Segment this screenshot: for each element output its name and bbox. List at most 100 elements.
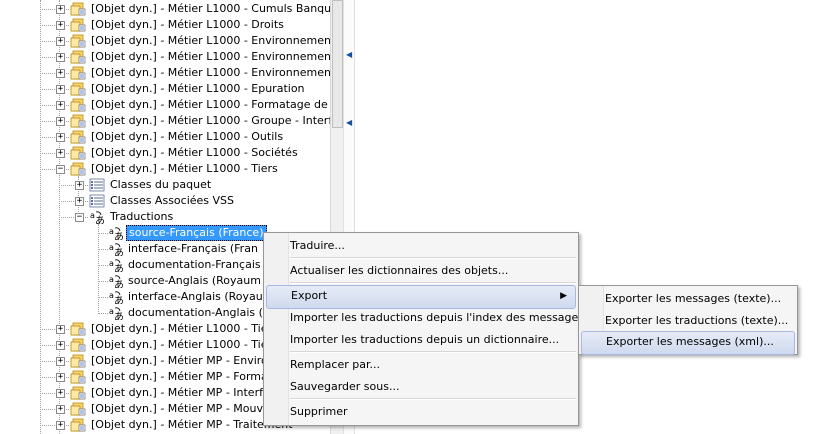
tree-item-label[interactable]: [Objet dyn.] - Métier L1000 - Environnem… xyxy=(89,33,330,49)
menu-item-export[interactable]: Export ▶ xyxy=(266,285,576,309)
menu-separator xyxy=(290,282,576,284)
tree-item-label[interactable]: [Objet dyn.] - Métier L1000 - Droits xyxy=(89,17,286,33)
expand-icon[interactable]: + xyxy=(56,53,65,62)
tree-item-label[interactable]: source-Anglais (Royaum xyxy=(126,273,263,289)
expand-icon[interactable]: + xyxy=(56,117,65,126)
tree-item-label[interactable]: interface-Français (Fran xyxy=(126,241,260,257)
tree-item-label[interactable]: [Objet dyn.] - Métier MP - Interfa xyxy=(89,385,272,401)
menu-item-label: Exporter les messages (xml)... xyxy=(606,335,774,348)
tree-item[interactable]: + [Objet dyn.] - Métier L1000 - Epuration xyxy=(0,81,330,97)
tree-item[interactable]: − [Objet dyn.] - Métier L1000 - Tiers xyxy=(0,161,330,177)
tree-item-label[interactable]: [Objet dyn.] - Métier L1000 - Groupe - I… xyxy=(89,113,330,129)
tree-item-label[interactable]: documentation-Français xyxy=(126,257,263,273)
expand-icon[interactable]: + xyxy=(56,373,65,382)
expand-icon[interactable]: + xyxy=(56,389,65,398)
menu-item-importer-dictionnaire[interactable]: Importer les traductions depuis un dicti… xyxy=(266,329,576,351)
expand-icon[interactable]: + xyxy=(56,69,65,78)
tree-item-label[interactable]: interface-Anglais (Royau xyxy=(126,289,265,305)
scrollbar-thumb[interactable] xyxy=(332,0,343,128)
expand-icon[interactable]: + xyxy=(56,85,65,94)
objet-dyn-icon xyxy=(70,386,86,400)
menu-item-supprimer[interactable]: Supprimer xyxy=(266,401,576,423)
tree-item-label[interactable]: documentation-Anglais ( xyxy=(126,305,265,321)
submenu-item-exporter-traductions-texte[interactable]: Exporter les traductions (texte)... xyxy=(581,310,795,332)
tree-item-label[interactable]: [Objet dyn.] - Métier L1000 - Epuration xyxy=(89,81,307,97)
expand-icon[interactable]: + xyxy=(56,149,65,158)
tree-item-label-selected[interactable]: source-Français (France) xyxy=(126,225,267,241)
tree-item[interactable]: + [Objet dyn.] - Métier L1000 - Environne… xyxy=(0,49,330,65)
tree-item-label[interactable]: [Objet dyn.] - Métier L1000 - Outils xyxy=(89,129,285,145)
tree-item-label[interactable]: [Objet dyn.] - Métier MP - Enviro xyxy=(89,353,270,369)
translation-icon: aあ xyxy=(109,275,124,288)
collapse-left-icon[interactable]: ◀ xyxy=(346,50,352,59)
tree-item-label[interactable]: Classes Associées VSS xyxy=(108,193,236,209)
tree-item[interactable]: + [Objet dyn.] - Métier L1000 - Droits xyxy=(0,17,330,33)
expand-icon[interactable]: + xyxy=(75,197,84,206)
expand-icon[interactable]: + xyxy=(56,5,65,14)
tree-item-label[interactable]: [Objet dyn.] - Métier L1000 - Formatage … xyxy=(89,97,330,113)
tree-item[interactable]: + [Objet dyn.] - Métier L1000 - Sociétés xyxy=(0,145,330,161)
menu-separator xyxy=(290,398,576,400)
tree-item[interactable]: + [Objet dyn.] - Métier L1000 - Formatage… xyxy=(0,97,330,113)
tree-item-label[interactable]: Traductions xyxy=(108,209,175,225)
tree-item-label[interactable]: Classes du paquet xyxy=(108,177,213,193)
collapse-left-icon[interactable]: ◀ xyxy=(346,118,352,127)
expand-icon[interactable]: + xyxy=(56,37,65,46)
menu-item-remplacer[interactable]: Remplacer par... xyxy=(266,354,576,376)
objet-dyn-icon xyxy=(70,98,86,112)
expand-icon[interactable]: + xyxy=(56,421,65,430)
tree-item[interactable]: + [Objet dyn.] - Métier L1000 - Outils xyxy=(0,129,330,145)
tree-item-label[interactable]: [Objet dyn.] - Métier L1000 - Tie xyxy=(89,337,269,353)
expand-icon[interactable]: + xyxy=(56,21,65,30)
collapse-icon[interactable]: − xyxy=(75,213,84,222)
translation-icon: aあ xyxy=(109,259,124,272)
expand-icon[interactable]: + xyxy=(56,405,65,414)
translation-icon: aあ xyxy=(109,243,124,256)
menu-item-importer-index[interactable]: Importer les traductions depuis l'index … xyxy=(266,307,595,329)
tree-item[interactable]: + [Objet dyn.] - Métier L1000 - Groupe - … xyxy=(0,113,330,129)
submenu-arrow-icon: ▶ xyxy=(560,291,567,301)
tree-item[interactable]: − a あ Traductions xyxy=(0,209,330,225)
menu-item-sauvegarder[interactable]: Sauvegarder sous... xyxy=(266,376,576,398)
expand-icon[interactable]: + xyxy=(75,181,84,190)
objet-dyn-icon xyxy=(70,162,86,176)
objet-dyn-icon xyxy=(70,114,86,128)
tree-item-label[interactable]: [Objet dyn.] - Métier L1000 - Environnem… xyxy=(89,49,330,65)
expand-icon[interactable]: + xyxy=(56,357,65,366)
tree-item[interactable]: + Classes du paquet xyxy=(0,177,330,193)
class-list-icon xyxy=(89,194,105,208)
collapse-icon[interactable]: − xyxy=(56,165,65,174)
tree-item-label[interactable]: [Objet dyn.] - Métier MP - Mouve xyxy=(89,401,272,417)
submenu-item-exporter-messages-xml[interactable]: Exporter les messages (xml)... xyxy=(581,331,795,355)
tree-item[interactable]: + Classes Associées VSS xyxy=(0,193,330,209)
tree-item-label[interactable]: [Objet dyn.] - Métier L1000 - Tie xyxy=(89,321,269,337)
tree-item[interactable]: + [Objet dyn.] - Métier L1000 - Environne… xyxy=(0,65,330,81)
menu-item-traduire[interactable]: Traduire... xyxy=(266,235,576,257)
class-list-icon xyxy=(89,178,105,192)
menu-separator xyxy=(290,257,576,259)
expand-icon[interactable]: + xyxy=(56,101,65,110)
menu-item-actualiser[interactable]: Actualiser les dictionnaires des objets.… xyxy=(266,260,576,282)
tree-item-label[interactable]: [Objet dyn.] - Métier L1000 - Tiers xyxy=(89,161,280,177)
menu-item-label: Importer les traductions depuis l'index … xyxy=(290,311,595,324)
objet-dyn-icon xyxy=(70,146,86,160)
tree-item[interactable]: + [Objet dyn.] - Métier L1000 - Environne… xyxy=(0,33,330,49)
expand-icon[interactable]: + xyxy=(56,325,65,334)
svg-text:あ: あ xyxy=(114,231,124,240)
tree-connector xyxy=(98,233,108,234)
svg-text:あ: あ xyxy=(114,311,124,320)
export-submenu: Exporter les messages (texte)... Exporter… xyxy=(578,285,798,355)
tree-item-label[interactable]: [Objet dyn.] - Métier L1000 - Environnem… xyxy=(89,65,330,81)
expand-icon[interactable]: + xyxy=(56,341,65,350)
tree-item-label[interactable]: [Objet dyn.] - Métier L1000 - Cumuls Ban… xyxy=(89,1,330,17)
tree-item-label[interactable]: [Objet dyn.] - Métier L1000 - Sociétés xyxy=(89,145,300,161)
submenu-item-exporter-messages-texte[interactable]: Exporter les messages (texte)... xyxy=(581,288,795,310)
objet-dyn-icon xyxy=(70,354,86,368)
tree-item[interactable]: + [Objet dyn.] - Métier L1000 - Cumuls Ba… xyxy=(0,1,330,17)
menu-item-label: Remplacer par... xyxy=(290,358,380,371)
translation-icon: aあ xyxy=(109,291,124,304)
menu-item-label: Sauvegarder sous... xyxy=(290,380,400,393)
tree-item-label[interactable]: [Objet dyn.] - Métier MP - Forma xyxy=(89,369,270,385)
objet-dyn-icon xyxy=(70,50,86,64)
expand-icon[interactable]: + xyxy=(56,133,65,142)
